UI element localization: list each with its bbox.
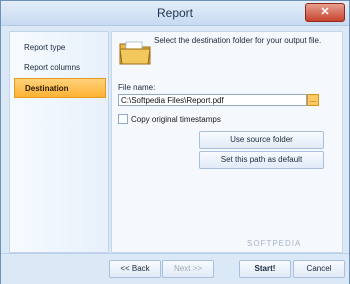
report-dialog: Report ✕ Report type Report columns Dest…: [0, 0, 350, 284]
instruction-text: Select the destination folder for your o…: [154, 36, 322, 45]
use-source-folder-button[interactable]: Use source folder: [199, 131, 324, 149]
sidebar-item-destination[interactable]: Destination: [14, 78, 106, 98]
close-button[interactable]: ✕: [305, 3, 345, 22]
copy-timestamps-checkbox[interactable]: [118, 114, 128, 124]
sidebar: Report type Report columns Destination: [9, 31, 109, 253]
window-title: Report: [156, 6, 194, 20]
title-bar: Report ✕: [1, 1, 349, 26]
watermark-text: SOFTPEDIA: [247, 239, 302, 248]
main-panel: Select the destination folder for your o…: [111, 31, 343, 253]
copy-timestamps-label: Copy original timestamps: [131, 114, 221, 124]
cancel-button[interactable]: Cancel: [293, 260, 345, 278]
browse-button[interactable]: ...: [307, 94, 319, 106]
sidebar-item-report-columns[interactable]: Report columns: [14, 58, 106, 78]
next-button[interactable]: Next >>: [162, 260, 214, 278]
start-button[interactable]: Start!: [239, 260, 291, 278]
copy-timestamps-option[interactable]: Copy original timestamps: [118, 114, 221, 124]
file-name-input[interactable]: C:\Softpedia Files\Report.pdf: [118, 94, 307, 106]
folder-icon: [119, 41, 151, 65]
back-button[interactable]: << Back: [109, 260, 161, 278]
close-icon: ✕: [320, 6, 330, 18]
footer: << Back Next >> Start! Cancel: [1, 253, 349, 284]
file-name-label: File name:: [118, 83, 156, 92]
sidebar-item-report-type[interactable]: Report type: [14, 38, 106, 58]
set-default-path-button[interactable]: Set this path as default: [199, 151, 324, 169]
